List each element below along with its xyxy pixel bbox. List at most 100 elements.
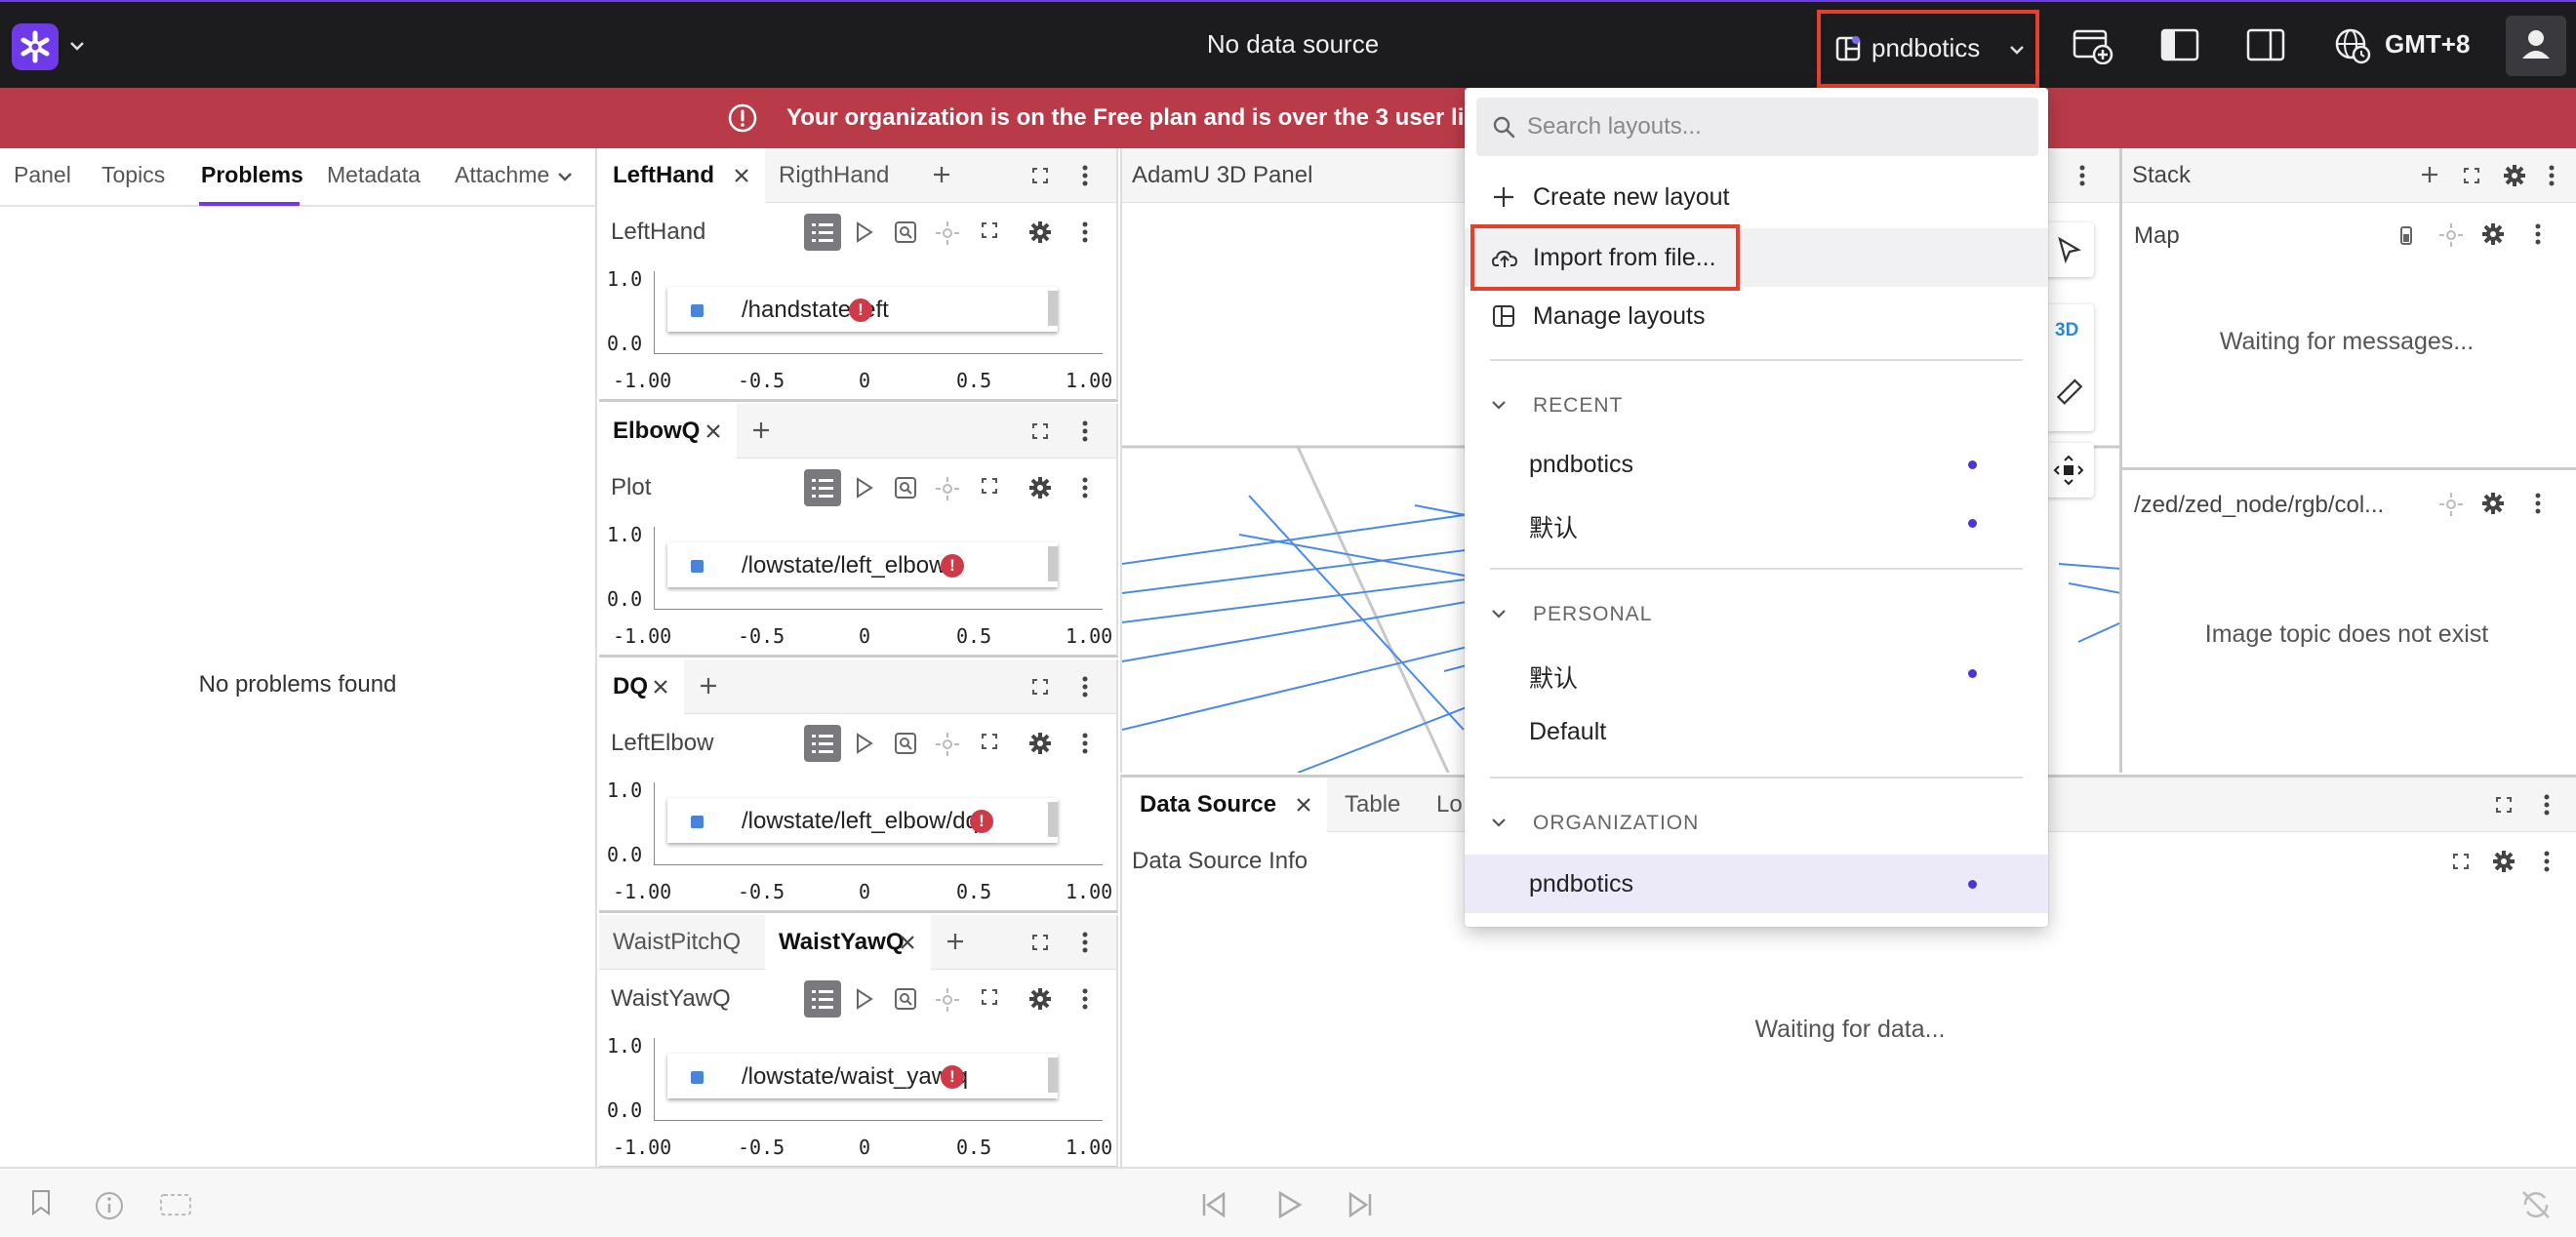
loop-range-icon[interactable] xyxy=(158,1190,193,1219)
plot-tab[interactable]: ElbowQ xyxy=(599,404,737,459)
move-icon[interactable] xyxy=(935,987,960,1013)
settings-gear-icon[interactable] xyxy=(2481,222,2505,246)
legend-scrollbar[interactable] xyxy=(1048,546,1058,581)
tab-problems[interactable]: Problems xyxy=(201,162,303,188)
fullscreen-icon[interactable] xyxy=(2462,166,2481,185)
settings-gear-icon[interactable] xyxy=(1028,987,1052,1011)
settings-gear-icon[interactable] xyxy=(2481,492,2505,515)
image-topic-title[interactable]: /zed/zed_node/rgb/col... xyxy=(2134,492,2384,519)
zoom-icon[interactable] xyxy=(894,476,917,499)
error-badge-icon[interactable]: ! xyxy=(941,1065,964,1089)
fullscreen-icon[interactable] xyxy=(980,987,999,1007)
move-icon[interactable] xyxy=(2438,222,2464,248)
tab-metadata[interactable]: Metadata xyxy=(327,162,421,188)
tab-attachments[interactable]: Attachme xyxy=(455,162,549,188)
error-badge-icon[interactable]: ! xyxy=(849,299,872,322)
legend-scrollbar[interactable] xyxy=(1048,1057,1058,1093)
create-layout-item[interactable]: Create new layout xyxy=(1465,168,2048,226)
legend-scrollbar[interactable] xyxy=(1048,291,1058,326)
plot-tab[interactable]: WaistYawQ xyxy=(765,915,931,970)
add-tab-icon[interactable] xyxy=(750,419,772,441)
add-icon[interactable] xyxy=(2419,164,2440,185)
fullscreen-icon[interactable] xyxy=(980,476,999,496)
left-sidebar-toggle-icon[interactable] xyxy=(2160,27,2199,62)
error-badge-icon[interactable]: ! xyxy=(970,810,993,833)
add-tab-icon[interactable] xyxy=(698,675,719,697)
settings-gear-icon[interactable] xyxy=(1028,987,1052,1011)
tab-log[interactable]: Lo xyxy=(1436,791,1463,818)
play-icon[interactable] xyxy=(1274,1190,1304,1219)
zoom-icon[interactable] xyxy=(894,987,917,1011)
close-icon[interactable] xyxy=(898,933,917,952)
bookmark-icon[interactable] xyxy=(29,1188,53,1217)
layout-search-input[interactable] xyxy=(1527,109,2015,144)
close-icon[interactable] xyxy=(732,166,751,185)
more-vertical-icon[interactable] xyxy=(1081,987,1089,1011)
right-sidebar-toggle-icon[interactable] xyxy=(2246,27,2285,62)
plot-tab[interactable]: WaistPitchQ xyxy=(599,915,765,970)
tab-panel[interactable]: Panel xyxy=(14,162,71,188)
close-icon[interactable] xyxy=(1294,795,1313,815)
legend-toggle-icon[interactable] xyxy=(804,214,841,251)
settings-gear-icon[interactable] xyxy=(1028,220,1052,244)
fullscreen-icon[interactable] xyxy=(980,732,999,751)
manage-layouts-item[interactable]: Manage layouts xyxy=(1465,287,2048,345)
fullscreen-icon[interactable] xyxy=(2494,795,2514,815)
fullscreen-icon[interactable] xyxy=(2451,852,2471,871)
cursor-icon[interactable] xyxy=(853,220,876,244)
more-vertical-icon[interactable] xyxy=(2548,164,2556,187)
skip-back-icon[interactable] xyxy=(1198,1190,1228,1219)
add-tab-icon[interactable] xyxy=(945,931,966,952)
move-icon[interactable] xyxy=(2438,492,2464,517)
error-badge-icon[interactable]: ! xyxy=(941,554,964,578)
cursor-icon[interactable] xyxy=(853,476,876,499)
legend-toggle-icon[interactable] xyxy=(804,980,841,1018)
plot-legend[interactable]: /lowstate/left_elbow/dq! xyxy=(667,798,1058,843)
plot-tab[interactable]: DQ xyxy=(599,659,684,714)
plot-tab[interactable]: RigthHand xyxy=(765,148,917,203)
layout-item-personal-default-cn[interactable]: 默认 xyxy=(1465,644,2048,702)
more-vertical-icon[interactable] xyxy=(2543,850,2551,873)
settings-gear-icon[interactable] xyxy=(1028,476,1052,499)
legend-scrollbar[interactable] xyxy=(1048,802,1058,837)
settings-gear-icon[interactable] xyxy=(2503,164,2526,187)
fullscreen-icon[interactable] xyxy=(980,220,999,240)
more-vertical-icon[interactable] xyxy=(2534,492,2542,515)
plot-legend[interactable]: /lowstate/waist_yaw/q! xyxy=(667,1054,1058,1098)
tab-table[interactable]: Table xyxy=(1345,791,1400,818)
more-vertical-icon[interactable] xyxy=(1081,220,1089,244)
settings-gear-icon[interactable] xyxy=(1028,732,1052,755)
more-vertical-icon[interactable] xyxy=(1081,476,1089,499)
fullscreen-icon[interactable] xyxy=(980,987,999,1007)
more-vertical-icon[interactable] xyxy=(1081,419,1089,443)
move-icon[interactable] xyxy=(2053,455,2084,486)
add-panel-icon[interactable] xyxy=(2073,27,2113,64)
fullscreen-icon[interactable] xyxy=(980,220,999,240)
tab-topics[interactable]: Topics xyxy=(101,162,165,188)
fullscreen-icon[interactable] xyxy=(980,476,999,496)
more-vertical-icon[interactable] xyxy=(2534,222,2542,246)
fullscreen-icon[interactable] xyxy=(1030,933,1050,952)
more-vertical-icon[interactable] xyxy=(1081,987,1089,1011)
more-vertical-icon[interactable] xyxy=(2543,793,2551,817)
close-icon[interactable] xyxy=(704,421,723,441)
add-tab-icon[interactable] xyxy=(931,164,952,185)
fullscreen-icon[interactable] xyxy=(1030,421,1050,441)
info-icon[interactable] xyxy=(94,1190,125,1221)
legend-toggle-icon[interactable] xyxy=(804,469,841,506)
zoom-icon[interactable] xyxy=(894,220,917,244)
plot-tab[interactable]: LeftHand xyxy=(599,148,765,203)
legend-toggle-icon[interactable] xyxy=(804,725,841,762)
layout-item-recent-default-cn[interactable]: 默认 xyxy=(1465,494,2048,552)
layout-menu-button[interactable]: pndbotics xyxy=(1817,10,2039,88)
layout-item-personal-default[interactable]: Default xyxy=(1465,702,2048,761)
chevron-down-icon[interactable] xyxy=(556,168,574,185)
3d-mode-badge[interactable]: 3D xyxy=(2055,320,2078,341)
plot-legend[interactable]: /handstate/left! xyxy=(667,287,1058,332)
plot-legend[interactable]: /lowstate/left_elbow! xyxy=(667,542,1058,587)
tab-data-source[interactable]: Data Source xyxy=(1122,778,1327,832)
fullscreen-icon[interactable] xyxy=(1030,677,1050,697)
more-vertical-icon[interactable] xyxy=(1081,732,1089,755)
fullscreen-icon[interactable] xyxy=(1030,166,1050,185)
fullscreen-icon[interactable] xyxy=(980,732,999,751)
